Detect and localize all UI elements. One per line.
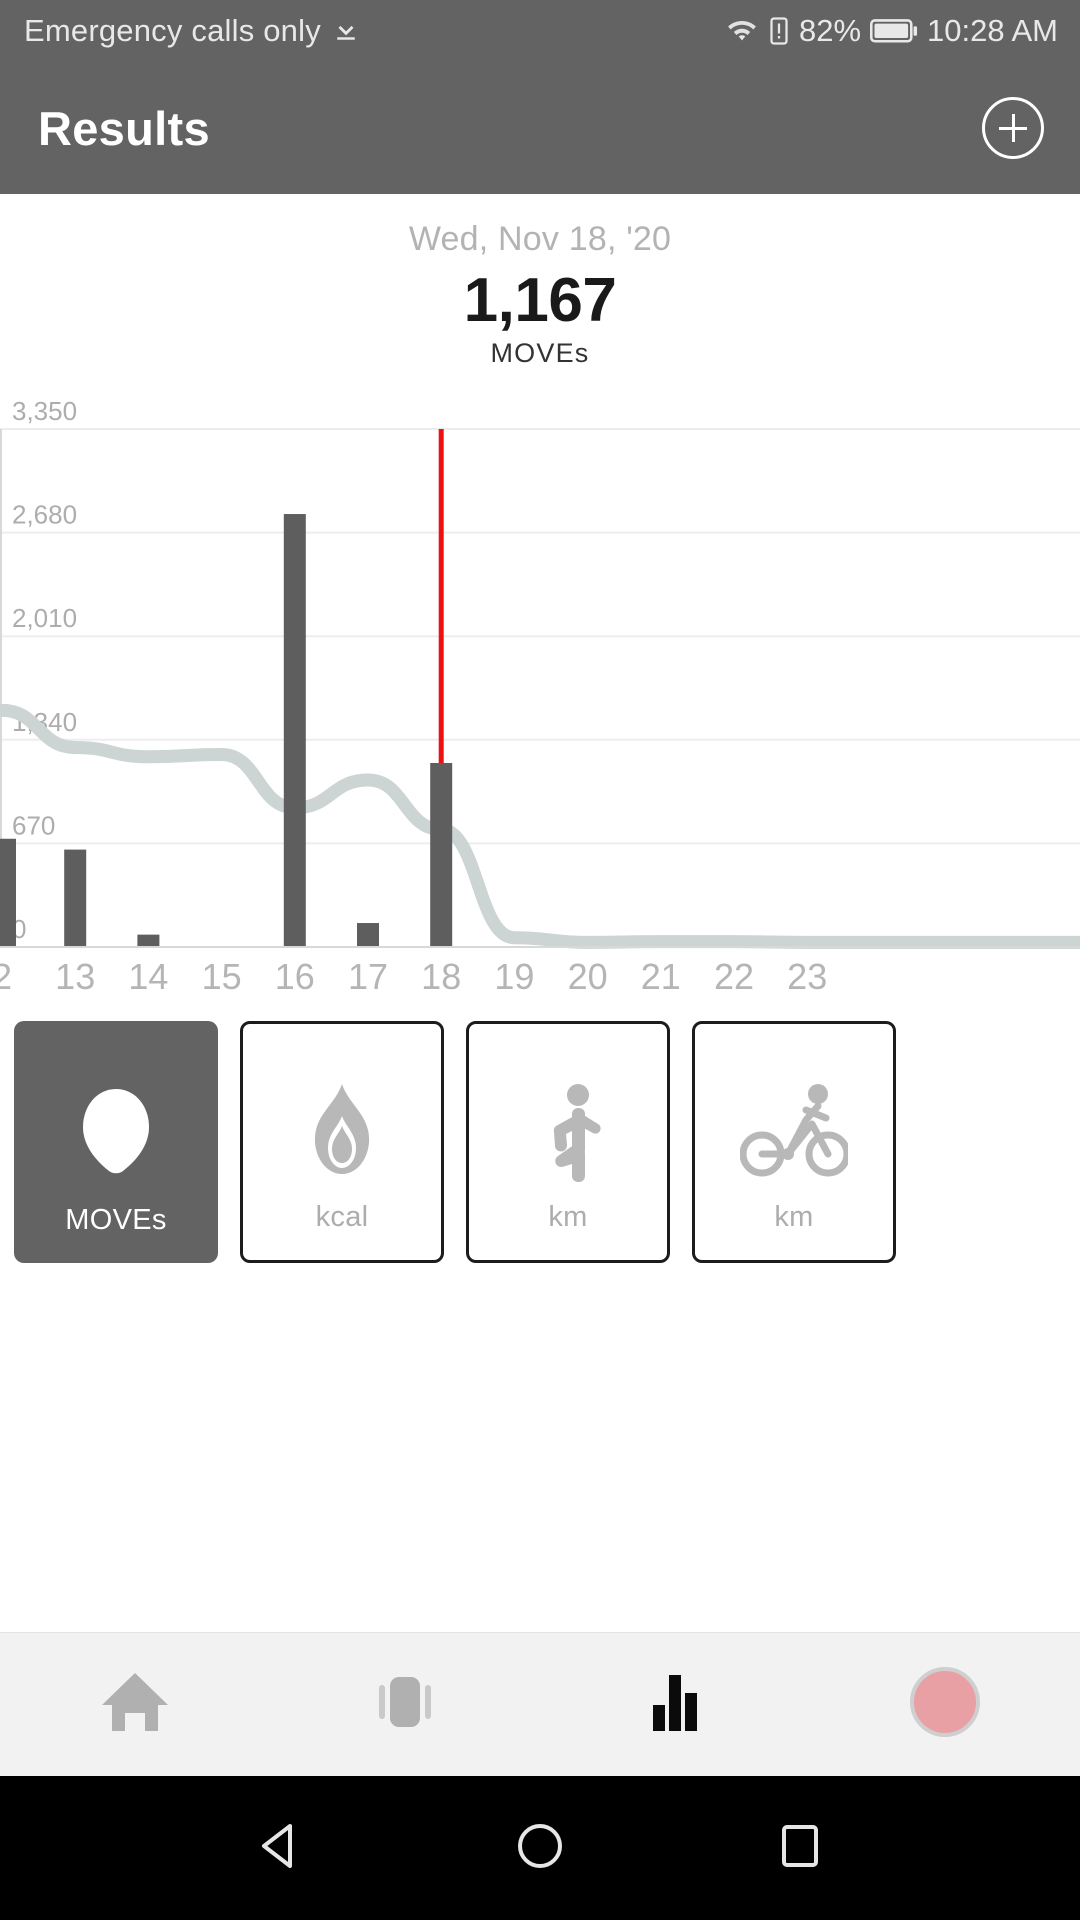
running-icon	[522, 1068, 614, 1201]
home-circle-icon	[512, 1818, 568, 1879]
svg-text:22: 22	[714, 956, 754, 993]
svg-text:2,010: 2,010	[12, 603, 77, 633]
chart-bar[interactable]	[283, 514, 306, 947]
back-triangle-icon	[252, 1818, 308, 1879]
battery-percent-label: 82%	[798, 13, 862, 48]
sim-alert-icon	[768, 16, 790, 46]
metric-card-row: MOVEs kcal km km	[0, 993, 1080, 1263]
svg-text:20: 20	[568, 956, 608, 993]
chart-bar[interactable]	[357, 923, 379, 947]
summary-block: Wed, Nov 18, '20 1,167 MOVEs	[0, 194, 1080, 369]
chart-bar[interactable]	[430, 762, 453, 947]
summary-date[interactable]: Wed, Nov 18, '20	[0, 220, 1080, 259]
add-button[interactable]	[982, 97, 1044, 159]
svg-text:17: 17	[348, 956, 388, 993]
svg-text:23: 23	[787, 956, 827, 993]
nav-item-device[interactable]	[270, 1667, 540, 1742]
android-navigation-bar	[0, 1776, 1080, 1920]
nav-item-profile[interactable]	[810, 1665, 1080, 1744]
svg-text:15: 15	[202, 956, 242, 993]
trend-line	[0, 703, 1080, 949]
chart-bar[interactable]	[0, 838, 16, 947]
summary-unit: MOVEs	[490, 338, 590, 368]
chart-gridlines	[0, 428, 1080, 845]
activity-chart[interactable]: 0 670 1,340 2,010 2,680 3,350 2 13 14 15 16 17 18 19…	[0, 393, 1080, 993]
metric-card-bike[interactable]: km	[692, 1021, 896, 1263]
metric-card-label: kcal	[315, 1201, 369, 1233]
status-bar-right: 82% 10:28 AM	[725, 13, 1058, 49]
page-title: Results	[38, 101, 210, 155]
summary-value: 1,167	[463, 266, 617, 335]
chart-bar[interactable]	[64, 849, 87, 947]
bottom-navigation	[0, 1632, 1080, 1776]
wifi-icon	[725, 16, 759, 46]
svg-text:16: 16	[275, 956, 315, 993]
cycling-icon	[740, 1068, 848, 1201]
metric-card-label: km	[548, 1201, 588, 1233]
download-complete-icon	[331, 16, 361, 46]
svg-text:14: 14	[128, 956, 168, 993]
android-recents-button[interactable]	[745, 1793, 855, 1903]
battery-icon	[870, 17, 918, 45]
status-bar: Emergency calls only 82% 10:28 AM	[0, 0, 1080, 62]
svg-text:18: 18	[421, 956, 461, 993]
metric-card-label: MOVEs	[65, 1204, 167, 1236]
metric-card-walk[interactable]: km	[466, 1021, 670, 1263]
bar-chart-icon	[640, 1667, 710, 1742]
chart-bar[interactable]	[137, 934, 160, 947]
svg-text:21: 21	[641, 956, 681, 993]
chart-svg[interactable]: 06701,3402,0102,6803,350 2 13 14 15 16 17 18 19…	[0, 393, 1080, 993]
clock-label: 10:28 AM	[927, 13, 1058, 48]
record-circle-icon	[908, 1665, 982, 1744]
metric-card-kcal[interactable]: kcal	[240, 1021, 444, 1263]
nav-item-home[interactable]	[0, 1667, 270, 1742]
svg-text:13: 13	[55, 956, 95, 993]
status-bar-left: Emergency calls only	[24, 13, 361, 49]
home-icon	[96, 1667, 174, 1742]
svg-text:2: 2	[0, 956, 12, 993]
moves-drop-icon	[70, 1065, 162, 1204]
svg-text:3,350: 3,350	[12, 396, 77, 426]
android-home-button[interactable]	[485, 1793, 595, 1903]
metric-card-label: km	[774, 1201, 814, 1233]
android-back-button[interactable]	[225, 1793, 335, 1903]
nav-item-results[interactable]	[540, 1667, 810, 1742]
recents-square-icon	[772, 1818, 828, 1879]
flame-icon	[296, 1068, 388, 1201]
svg-text:670: 670	[12, 810, 55, 840]
carrier-label: Emergency calls only	[24, 13, 321, 48]
svg-text:2,680: 2,680	[12, 500, 77, 530]
svg-text:19: 19	[494, 956, 534, 993]
chart-x-axis-labels: 2 13 14 15 16 17 18 19 20 21 22 23	[0, 956, 827, 993]
app-bar: Results	[0, 62, 1080, 194]
device-icon	[370, 1667, 440, 1742]
metric-card-moves[interactable]: MOVEs	[14, 1021, 218, 1263]
